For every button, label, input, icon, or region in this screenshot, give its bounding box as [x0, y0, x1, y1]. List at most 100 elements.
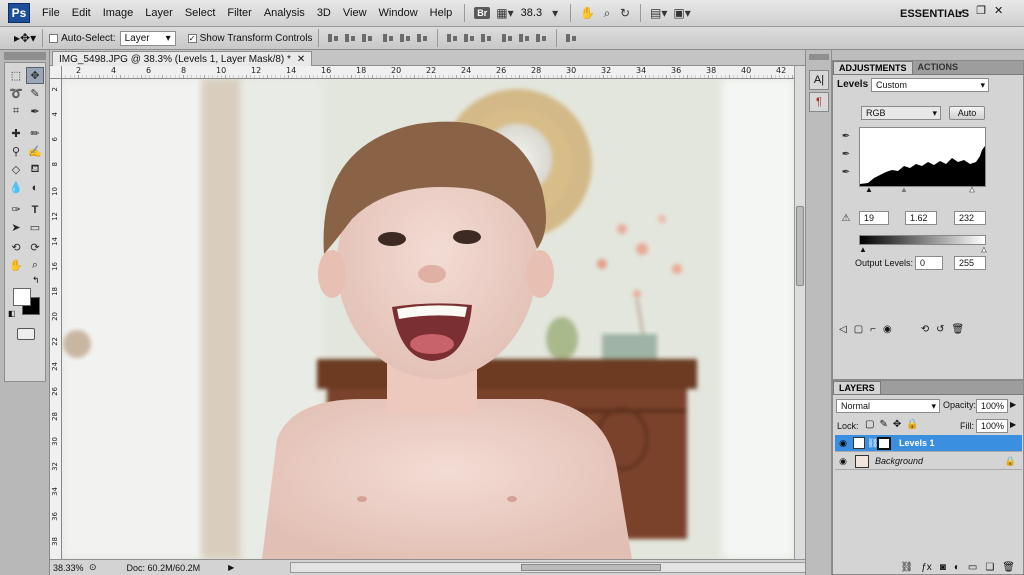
clone-stamp-tool-icon[interactable]: ⚲ — [7, 143, 25, 160]
trash-icon[interactable]: 🗑 — [952, 324, 965, 335]
menu-image[interactable]: Image — [97, 7, 140, 19]
distribute-hcenter-icon[interactable] — [518, 32, 531, 44]
restore-button[interactable]: ❐ — [976, 4, 986, 17]
zoom-status[interactable]: 38.33% — [53, 563, 87, 573]
output-white-field[interactable]: 255 — [954, 256, 986, 270]
new-group-icon[interactable]: ▭ — [968, 562, 977, 573]
menu-select[interactable]: Select — [179, 7, 222, 19]
input-sliders[interactable]: ▲ ▲ ▲ — [859, 185, 986, 195]
layer-row-levels[interactable]: ◉ ⛓ Levels 1 — [835, 435, 1022, 452]
history-brush-tool-icon[interactable]: ✍ — [26, 143, 44, 160]
distribute-bottom-icon[interactable] — [480, 32, 493, 44]
add-mask-icon[interactable]: ◙ — [940, 562, 946, 573]
tab-actions[interactable]: ACTIONS — [913, 61, 964, 74]
eraser-tool-icon[interactable]: ◇ — [7, 161, 25, 178]
output-black-slider-icon[interactable]: ▲ — [859, 245, 867, 254]
zoom-level-field[interactable]: 38.3 — [517, 7, 546, 19]
menu-analysis[interactable]: Analysis — [258, 7, 311, 19]
lasso-tool-icon[interactable]: ➰ — [7, 85, 25, 102]
align-right-icon[interactable] — [416, 32, 429, 44]
menu-edit[interactable]: Edit — [66, 7, 97, 19]
path-selection-tool-icon[interactable]: ➤ — [7, 219, 25, 236]
zoom-tool-button[interactable]: ⌕ — [598, 4, 616, 22]
3d-orbit-tool-icon[interactable]: ⟳ — [26, 239, 44, 256]
minimize-button[interactable]: – — [962, 4, 968, 17]
status-info-icon[interactable]: ⊙ — [89, 562, 97, 573]
document-canvas[interactable] — [62, 79, 794, 559]
opacity-slider-arrow-icon[interactable]: ▶ — [1010, 400, 1016, 409]
vertical-scroll-thumb[interactable] — [796, 206, 804, 286]
input-white-field[interactable]: 232 — [954, 211, 986, 225]
paint-bucket-tool-icon[interactable]: ⛾ — [26, 161, 44, 178]
gray-eyedropper-icon[interactable]: ✒ — [839, 147, 853, 161]
menu-layer[interactable]: Layer — [139, 7, 179, 19]
auto-button[interactable]: Auto — [949, 106, 985, 120]
dodge-tool-icon[interactable]: ◐ — [26, 179, 44, 196]
menu-help[interactable]: Help — [424, 7, 459, 19]
clipping-warning-icon[interactable]: ⚠ — [839, 211, 853, 225]
lock-all-icon[interactable]: 🔒 — [906, 419, 918, 430]
lock-transparency-icon[interactable]: ▢ — [865, 419, 874, 430]
layer-visibility-eye-icon[interactable]: ◉ — [835, 456, 851, 467]
lock-position-icon[interactable]: ✥ — [893, 419, 901, 430]
previous-state-icon[interactable]: ⟲ — [921, 324, 929, 335]
character-panel-button[interactable]: A| — [809, 70, 829, 90]
black-eyedropper-icon[interactable]: ✒ — [839, 129, 853, 143]
menu-file[interactable]: File — [36, 7, 66, 19]
tools-panel-header[interactable] — [4, 52, 46, 60]
arrange-documents-button[interactable]: ▤▾ — [647, 4, 670, 22]
new-adjustment-icon[interactable]: ◐ — [954, 562, 960, 573]
layer-visibility-eye-icon[interactable]: ◉ — [835, 438, 851, 449]
horizontal-ruler[interactable]: 2 4 6 8 10 12 14 16 18 20 22 24 26 28 30 32 34 36 38 40 42 — [62, 66, 794, 79]
output-white-slider-icon[interactable]: ▲ — [980, 245, 988, 255]
close-button[interactable]: ✕ — [994, 4, 1003, 17]
distribute-vcenter-icon[interactable] — [463, 32, 476, 44]
menu-window[interactable]: Window — [373, 7, 424, 19]
opacity-field[interactable]: 100% — [976, 399, 1008, 413]
white-eyedropper-icon[interactable]: ✒ — [839, 165, 853, 179]
horizontal-scroll-thumb[interactable] — [521, 564, 661, 571]
layer-style-icon[interactable]: ƒx — [921, 562, 932, 573]
fill-field[interactable]: 100% — [976, 419, 1008, 433]
delete-layer-icon[interactable]: 🗑 — [1002, 562, 1015, 573]
hand-tool-icon[interactable]: ✋ — [7, 257, 25, 274]
black-point-slider-icon[interactable]: ▲ — [865, 185, 873, 194]
layer-name[interactable]: Levels 1 — [899, 438, 935, 448]
link-layers-icon[interactable]: ⛓ — [901, 562, 914, 573]
visibility-eye-icon[interactable]: ◉ — [883, 324, 892, 335]
input-black-field[interactable]: 19 — [859, 211, 889, 225]
close-icon[interactable]: ✕ — [297, 54, 305, 65]
marquee-tool-icon[interactable]: ⬚ — [7, 67, 25, 84]
align-vertical-center-icon[interactable] — [344, 32, 357, 44]
rotate-view-button[interactable]: ↻ — [616, 4, 634, 22]
align-left-icon[interactable] — [382, 32, 395, 44]
3d-rotate-tool-icon[interactable]: ⟲ — [7, 239, 25, 256]
screen-mode-button[interactable]: ▣▾ — [670, 4, 693, 22]
paragraph-panel-button[interactable]: ¶ — [809, 92, 829, 112]
bridge-button[interactable]: Br — [471, 4, 493, 22]
auto-select-dropdown[interactable]: Layer ▾ — [119, 30, 176, 46]
healing-brush-tool-icon[interactable]: ✚ — [7, 125, 25, 142]
horizontal-scrollbar[interactable] — [290, 562, 840, 573]
tab-layers[interactable]: LAYERS — [833, 381, 881, 394]
zoom-dropdown[interactable]: ▾ — [546, 4, 564, 22]
tab-adjustments[interactable]: ADJUSTMENTS — [833, 61, 913, 74]
expanded-view-icon[interactable]: ▢ — [854, 324, 863, 335]
distribute-top-icon[interactable] — [446, 32, 459, 44]
menu-view[interactable]: View — [337, 7, 373, 19]
distribute-left-icon[interactable] — [501, 32, 514, 44]
auto-select-checkbox[interactable]: Auto-Select: — [49, 33, 116, 44]
return-to-list-icon[interactable]: ◁ — [839, 324, 847, 335]
status-menu-arrow-icon[interactable]: ▶ — [228, 563, 234, 572]
move-tool-preset-icon[interactable]: ▸✥▾ — [14, 31, 36, 45]
channel-dropdown[interactable]: RGB ▾ — [861, 106, 941, 120]
menu-filter[interactable]: Filter — [221, 7, 257, 19]
swap-colors-icon[interactable]: ↰ — [32, 275, 40, 286]
brush-tool-icon[interactable]: ✏ — [26, 125, 44, 142]
distribute-right-icon[interactable] — [535, 32, 548, 44]
document-tab[interactable]: IMG_5498.JPG @ 38.3% (Levels 1, Layer Ma… — [52, 51, 313, 66]
quick-selection-tool-icon[interactable]: ✎ — [26, 85, 44, 102]
quick-mask-icon[interactable] — [17, 328, 35, 340]
blend-mode-dropdown[interactable]: Normal ▾ — [836, 399, 940, 413]
default-colors-icon[interactable]: ◧ — [8, 309, 16, 318]
